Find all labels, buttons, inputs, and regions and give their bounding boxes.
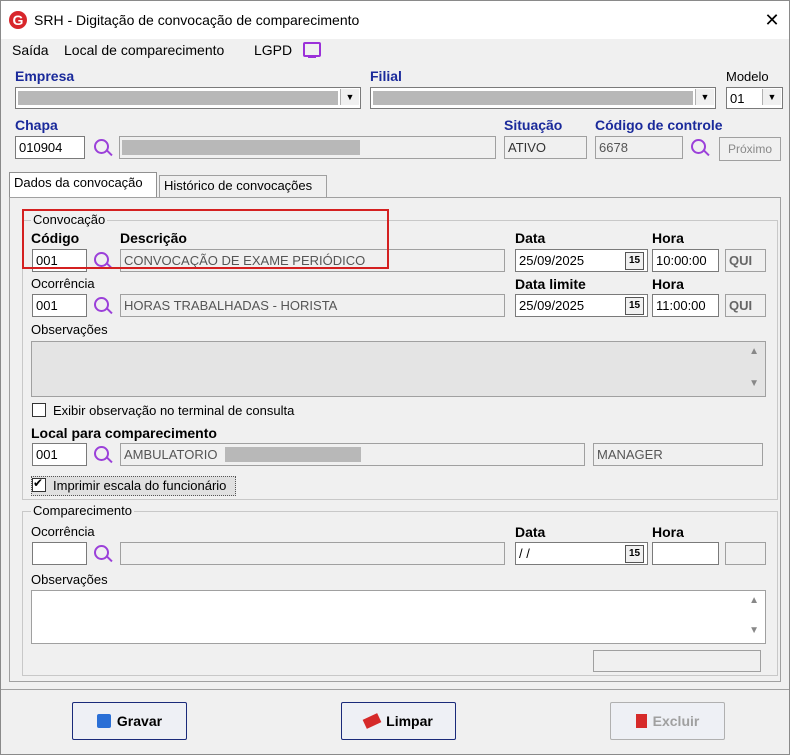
chevron-down-icon[interactable]: ▼ xyxy=(340,89,359,105)
redacted-bar xyxy=(122,140,360,155)
limpar-button[interactable]: Limpar xyxy=(341,702,456,740)
main-window: G SRH - Digitação de convocação de compa… xyxy=(0,0,790,755)
codigo-controle-label: Código de controle xyxy=(595,117,723,133)
exibir-observacao-checkbox[interactable] xyxy=(32,403,46,417)
filial-label: Filial xyxy=(370,68,402,84)
imprimir-escala-label: Imprimir escala do funcionário xyxy=(53,478,227,493)
menu-bar: Saída Local de comparecimento LGPD xyxy=(1,39,789,63)
comp-dia-semana-field xyxy=(725,542,766,565)
scroll-up-icon[interactable]: ▲ xyxy=(749,346,759,357)
situacao-field: ATIVO xyxy=(504,136,587,159)
data-limite-value: 25/09/2025 xyxy=(519,298,585,313)
title-bar: G SRH - Digitação de convocação de compa… xyxy=(1,1,789,39)
gravar-button[interactable]: Gravar xyxy=(72,702,187,740)
observacoes-label: Observações xyxy=(31,322,108,337)
proximo-button[interactable]: Próximo xyxy=(719,137,781,161)
situacao-label: Situação xyxy=(504,117,563,133)
tab-historico-convocacoes[interactable]: Histórico de convocações xyxy=(159,175,327,197)
search-icon[interactable] xyxy=(94,297,109,312)
comp-observacoes-label: Observações xyxy=(31,572,108,587)
monitor-icon[interactable] xyxy=(303,42,321,58)
data-limite-input[interactable]: 25/09/2025 15 xyxy=(515,294,648,317)
hora-input[interactable]: 10:00:00 xyxy=(652,249,719,272)
menu-local-comparecimento[interactable]: Local de comparecimento xyxy=(64,42,224,58)
calendar-icon[interactable]: 15 xyxy=(625,545,644,563)
limpar-label: Limpar xyxy=(386,713,433,729)
redacted-bar xyxy=(373,91,693,105)
comp-ocorrencia-label: Ocorrência xyxy=(31,524,95,539)
redacted-bar xyxy=(225,447,361,462)
comp-data-value: / / xyxy=(519,546,530,561)
window-title: SRH - Digitação de convocação de compare… xyxy=(34,12,360,28)
local-user-field: MANAGER xyxy=(593,443,763,466)
trash-icon xyxy=(635,714,647,728)
dia-semana-field: QUI xyxy=(725,249,766,272)
calendar-icon[interactable]: 15 xyxy=(625,252,644,270)
scroll-down-icon[interactable]: ▼ xyxy=(749,625,759,636)
app-logo-icon: G xyxy=(9,11,27,29)
comp-hora-label: Hora xyxy=(652,524,684,540)
empresa-label: Empresa xyxy=(15,68,75,84)
footer-separator xyxy=(1,689,789,690)
tab-panel: Convocação Código Descrição Data Hora 00… xyxy=(9,197,781,682)
scroll-up-icon[interactable]: ▲ xyxy=(749,595,759,606)
comp-observacoes-memo[interactable]: ▲ ▼ xyxy=(31,590,766,644)
tab-dados-convocacao[interactable]: Dados da convocação xyxy=(9,172,157,198)
hora-label: Hora xyxy=(652,230,684,246)
chevron-down-icon[interactable]: ▼ xyxy=(762,89,781,105)
highlight-box xyxy=(22,209,389,269)
local-codigo-input[interactable]: 001 xyxy=(32,443,87,466)
search-icon[interactable] xyxy=(94,446,109,461)
chapa-name-field xyxy=(119,136,496,159)
local-desc-field: AMBULATORIO xyxy=(120,443,585,466)
ocorrencia-label: Ocorrência xyxy=(31,276,95,291)
excluir-button[interactable]: Excluir xyxy=(610,702,725,740)
data-label: Data xyxy=(515,230,546,246)
data-input[interactable]: 25/09/2025 15 xyxy=(515,249,648,272)
menu-saida[interactable]: Saída xyxy=(12,42,49,58)
local-comparecimento-label: Local para comparecimento xyxy=(31,425,217,441)
hora-limite-input[interactable]: 11:00:00 xyxy=(652,294,719,317)
chevron-down-icon[interactable]: ▼ xyxy=(695,89,714,105)
comp-ocorrencia-input[interactable] xyxy=(32,542,87,565)
redacted-bar xyxy=(18,91,338,105)
save-icon xyxy=(96,714,111,728)
menu-lgpd[interactable]: LGPD xyxy=(254,42,292,58)
ocorrencia-desc-field: HORAS TRABALHADAS - HORISTA xyxy=(120,294,505,317)
data-value: 25/09/2025 xyxy=(519,253,585,268)
modelo-label: Modelo xyxy=(726,69,769,84)
data-limite-label: Data limite xyxy=(515,276,586,292)
exibir-observacao-label: Exibir observação no terminal de consult… xyxy=(53,403,295,418)
dia-semana-limite-field: QUI xyxy=(725,294,766,317)
hora-limite-label: Hora xyxy=(652,276,684,292)
close-button[interactable]: ✕ xyxy=(761,9,783,31)
comp-data-label: Data xyxy=(515,524,546,540)
local-desc-value: AMBULATORIO xyxy=(124,447,218,462)
filial-select[interactable]: ▼ xyxy=(370,87,716,109)
comp-ocorrencia-desc-field xyxy=(120,542,505,565)
comp-data-input[interactable]: / / 15 xyxy=(515,542,648,565)
comp-status-field xyxy=(593,650,761,672)
excluir-label: Excluir xyxy=(652,713,700,729)
search-icon[interactable] xyxy=(691,139,706,154)
codigo-controle-field: 6678 xyxy=(595,136,683,159)
eraser-icon xyxy=(362,713,382,729)
chapa-input[interactable]: 010904 xyxy=(15,136,85,159)
chapa-label: Chapa xyxy=(15,117,58,133)
ocorrencia-input[interactable]: 001 xyxy=(32,294,87,317)
calendar-icon[interactable]: 15 xyxy=(625,297,644,315)
modelo-value: 01 xyxy=(730,91,745,106)
empresa-select[interactable]: ▼ xyxy=(15,87,361,109)
modelo-select[interactable]: 01 ▼ xyxy=(726,87,783,109)
scroll-down-icon[interactable]: ▼ xyxy=(749,378,759,389)
comparecimento-group-title: Comparecimento xyxy=(31,503,134,518)
search-icon[interactable] xyxy=(94,545,109,560)
gravar-label: Gravar xyxy=(116,713,163,729)
imprimir-escala-checkbox[interactable] xyxy=(32,476,46,492)
observacoes-memo[interactable]: ▲ ▼ xyxy=(31,341,766,397)
comp-hora-input[interactable] xyxy=(652,542,719,565)
search-icon[interactable] xyxy=(94,139,109,154)
